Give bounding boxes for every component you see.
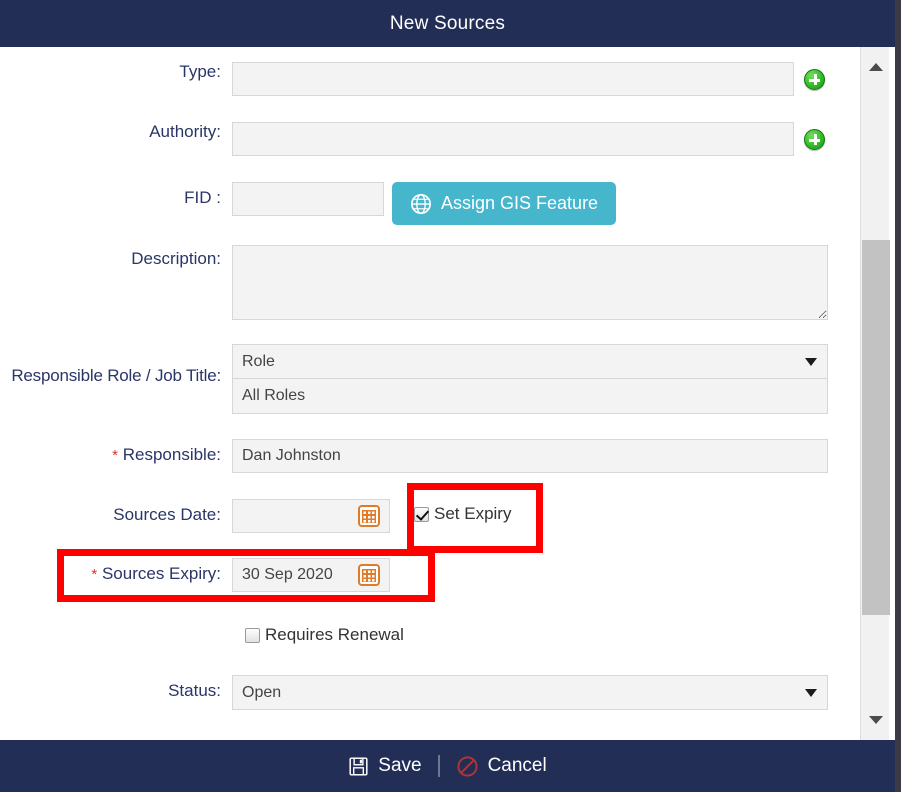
- sources-date-calendar-icon[interactable]: [358, 505, 380, 527]
- form-body: Type: Authority: FID : Assign GIS Featur…: [0, 47, 866, 740]
- type-field-wrap: [232, 62, 794, 96]
- cancel-button[interactable]: Cancel: [456, 755, 547, 778]
- assign-gis-feature-label: Assign GIS Feature: [441, 193, 599, 213]
- description-label: Description:: [131, 249, 221, 268]
- chevron-down-icon: [805, 357, 817, 366]
- all-roles-field[interactable]: All Roles: [232, 379, 828, 414]
- responsible-required-marker: *: [112, 447, 118, 464]
- field-row-fid: FID : Assign GIS Feature: [0, 182, 866, 225]
- set-expiry-checkbox-group[interactable]: Set Expiry: [414, 504, 511, 524]
- all-roles-value: All Roles: [242, 387, 306, 404]
- responsible-label: * Responsible:: [0, 439, 232, 465]
- footer-divider: [437, 755, 440, 777]
- new-sources-dialog: New Sources Type: Authority: FID : Assig…: [0, 0, 901, 792]
- field-row-requires-renewal: Requires Renewal: [0, 625, 866, 645]
- floppy-disk-icon: [348, 756, 369, 777]
- field-row-responsible-role: Responsible Role / Job Title: Role All R…: [0, 344, 866, 414]
- status-select[interactable]: Open: [232, 675, 828, 710]
- triangle-down-icon: [868, 716, 883, 724]
- field-row-description: Description:: [0, 245, 866, 320]
- add-type-icon[interactable]: [804, 69, 825, 90]
- field-row-responsible: * Responsible:: [0, 439, 866, 473]
- sources-expiry-label: * Sources Expiry:: [0, 558, 232, 584]
- requires-renewal-checkbox-group[interactable]: Requires Renewal: [245, 625, 404, 645]
- form-scrollbar[interactable]: [860, 47, 890, 740]
- type-input[interactable]: [232, 62, 794, 96]
- requires-renewal-checkbox[interactable]: [245, 627, 260, 643]
- sources-expiry-field[interactable]: 30 Sep 2020: [232, 558, 390, 592]
- requires-renewal-label[interactable]: Requires Renewal: [265, 625, 404, 645]
- authority-input[interactable]: [232, 122, 794, 156]
- status-select-value: Open: [242, 683, 282, 701]
- dialog-title-bar: New Sources: [0, 0, 895, 47]
- triangle-up-icon: [868, 63, 883, 71]
- fid-input[interactable]: [232, 182, 384, 216]
- scrollbar-thumb[interactable]: [862, 240, 890, 615]
- role-select[interactable]: Role: [232, 344, 828, 379]
- status-chevron-down-icon: [805, 688, 817, 697]
- role-select-value: Role: [242, 352, 275, 370]
- field-row-sources-expiry: * Sources Expiry: 30 Sep 2020: [0, 558, 866, 592]
- assign-gis-feature-button[interactable]: Assign GIS Feature: [392, 182, 617, 225]
- fid-label: FID :: [184, 188, 221, 207]
- responsible-label-text: Responsible:: [122, 445, 221, 464]
- responsible-role-fields: Role All Roles: [232, 344, 828, 414]
- authority-label: Authority:: [149, 122, 221, 141]
- add-authority-icon[interactable]: [804, 129, 825, 150]
- field-row-status: Status: Open: [0, 675, 866, 710]
- field-row-authority: Authority:: [0, 122, 866, 156]
- field-row-type: Type:: [0, 62, 866, 96]
- authority-field-wrap: [232, 122, 794, 156]
- sources-expiry-value: 30 Sep 2020: [242, 566, 333, 583]
- no-entry-icon: [456, 755, 479, 778]
- sources-expiry-label-text: Sources Expiry:: [101, 564, 221, 583]
- sources-expiry-calendar-icon[interactable]: [358, 564, 380, 586]
- responsible-role-label: Responsible Role / Job Title:: [11, 366, 221, 385]
- status-label: Status:: [168, 681, 221, 700]
- sources-expiry-required-marker: *: [91, 566, 98, 583]
- globe-icon: [410, 193, 432, 215]
- type-label: Type:: [179, 62, 221, 81]
- sources-date-field[interactable]: [232, 499, 390, 533]
- cancel-label: Cancel: [487, 755, 547, 776]
- responsible-input[interactable]: [232, 439, 828, 473]
- save-button[interactable]: Save: [348, 755, 422, 777]
- save-label: Save: [378, 755, 422, 776]
- dialog-footer: Save Cancel: [0, 740, 895, 792]
- scroll-up-button[interactable]: [861, 55, 890, 79]
- field-row-sources-date: Sources Date: Set Expiry: [0, 499, 866, 533]
- scroll-down-button[interactable]: [861, 708, 890, 732]
- set-expiry-checkbox[interactable]: [414, 506, 429, 522]
- page-title: New Sources: [389, 12, 506, 34]
- sources-date-label: Sources Date:: [113, 505, 221, 524]
- set-expiry-label[interactable]: Set Expiry: [434, 504, 511, 524]
- description-textarea[interactable]: [232, 245, 828, 320]
